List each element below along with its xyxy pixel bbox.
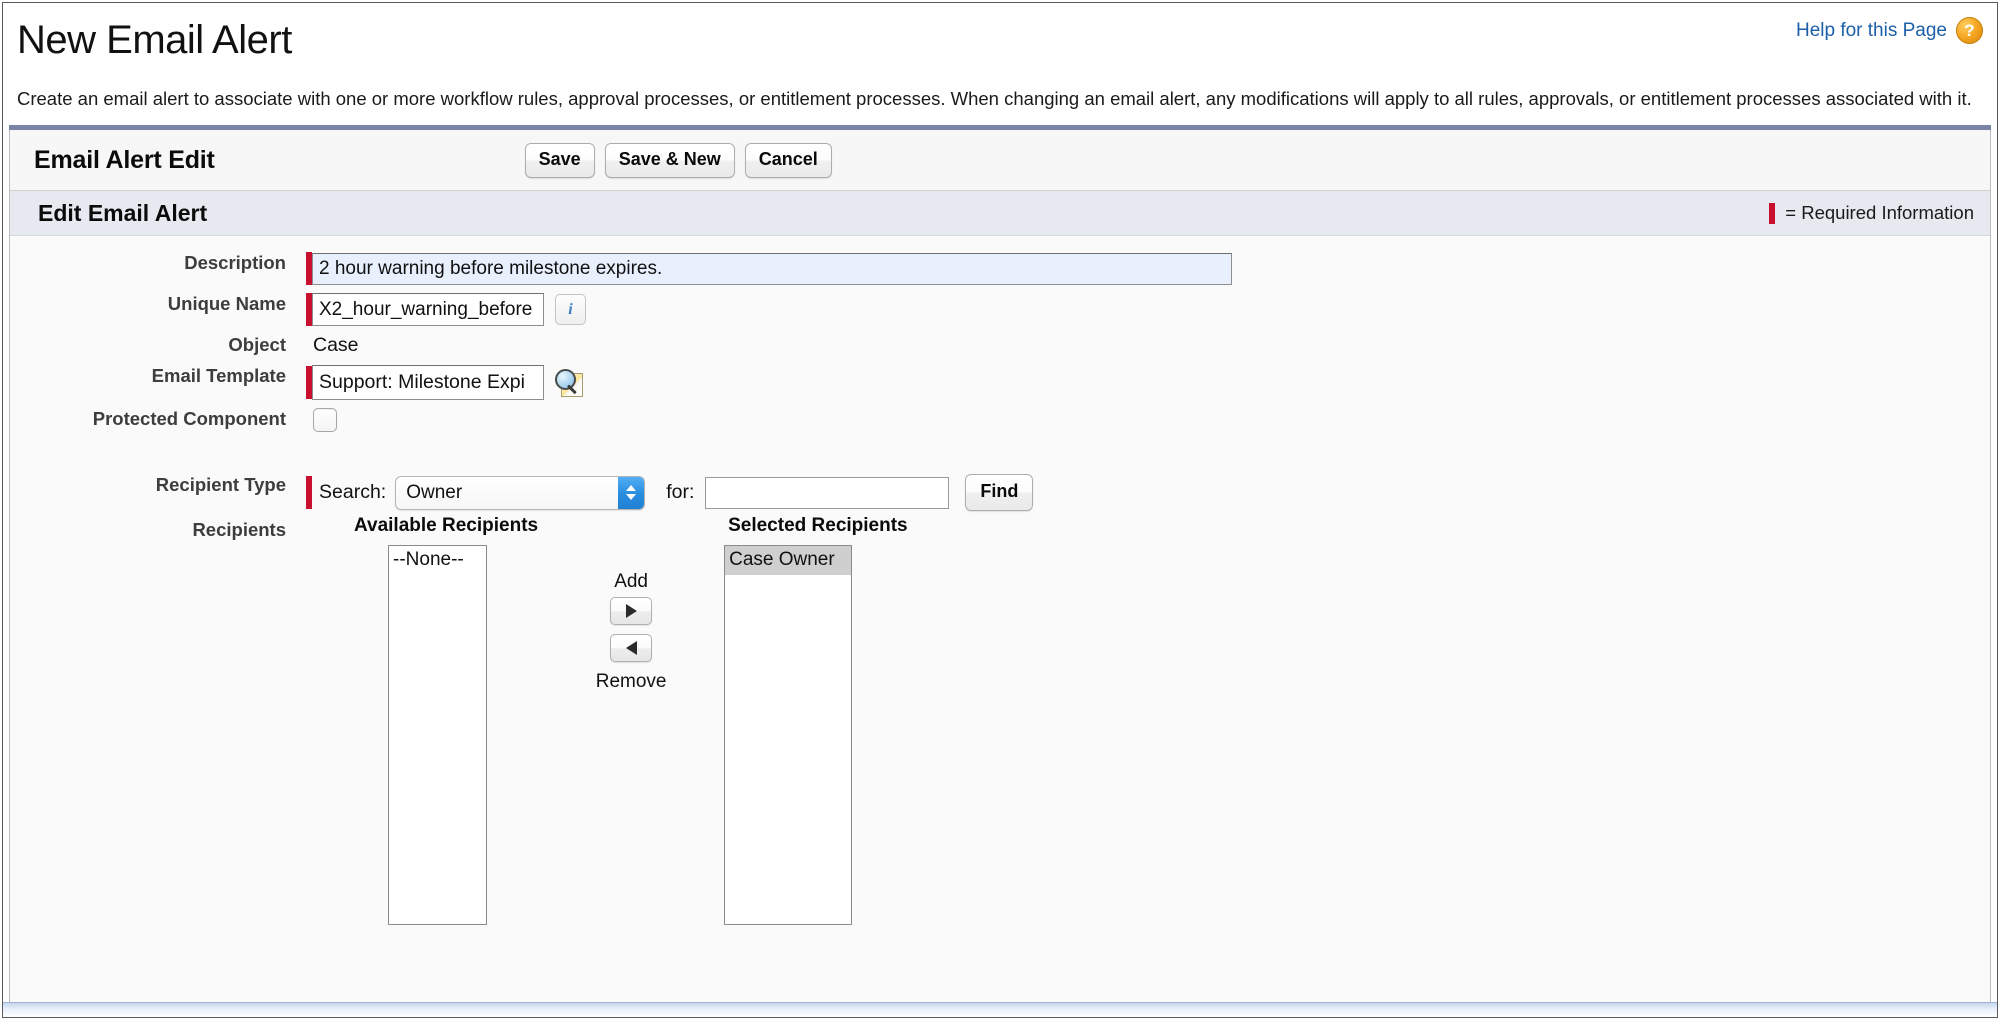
label-object: Object [228, 334, 286, 356]
form-body: Description Unique Name i [10, 236, 1990, 1013]
field-row-object: Object Case [10, 334, 1990, 357]
recipient-type-selected-value: Owner [406, 481, 463, 503]
label-description: Description [184, 252, 286, 274]
form-spacer [10, 440, 1990, 474]
chevron-down-icon [626, 494, 637, 501]
field-protected-component [306, 408, 1990, 433]
field-description [306, 252, 1990, 286]
object-value: Case [313, 334, 359, 357]
field-object: Case [306, 334, 1990, 357]
panel-inner: Email Alert Edit Save Save & New Cancel … [9, 130, 1991, 1014]
recipients-dual-listbox: Available Recipients --None-- Add Remove… [350, 515, 1990, 925]
selected-recipients-header: Selected Recipients [728, 515, 908, 536]
find-button[interactable]: Find [965, 474, 1034, 511]
chevron-up-icon [626, 485, 637, 492]
available-recipients-listbox[interactable]: --None-- [388, 545, 487, 925]
list-item[interactable]: Case Owner [725, 546, 852, 575]
lookup-icon[interactable] [554, 368, 584, 398]
available-recipients-column: Available Recipients --None-- [350, 515, 538, 925]
field-row-email-template: Email Template [10, 365, 1990, 401]
remove-button[interactable] [610, 634, 653, 662]
protected-component-checkbox[interactable] [313, 408, 337, 433]
add-button[interactable] [610, 597, 653, 625]
page-title: New Email Alert [17, 18, 292, 62]
page-intro: Help for this Page ? New Email Alert Cre… [3, 3, 1997, 112]
label-protected-component: Protected Component [92, 408, 286, 430]
available-recipients-header: Available Recipients [354, 515, 539, 536]
save-and-new-button[interactable]: Save & New [604, 143, 735, 178]
edit-toolbar: Email Alert Edit Save Save & New Cancel [10, 130, 1990, 192]
required-legend-text: = Required Information [1785, 202, 1974, 224]
label-unique-name: Unique Name [167, 293, 286, 315]
help-link[interactable]: Help for this Page [1796, 20, 1947, 42]
selected-recipients-column: Selected Recipients Case Owner [724, 515, 908, 925]
remove-label: Remove [595, 671, 667, 692]
label-recipient-type: Recipient Type [155, 474, 286, 496]
email-alert-panel: Email Alert Edit Save Save & New Cancel … [9, 125, 1991, 1014]
add-label: Add [614, 571, 648, 592]
required-marker-icon [1769, 202, 1776, 224]
list-item[interactable]: --None-- [389, 546, 486, 575]
page-frame: Help for this Page ? New Email Alert Cre… [2, 2, 1998, 1018]
section-title: Edit Email Alert [38, 199, 208, 226]
arrow-left-icon [625, 641, 637, 655]
field-recipient-type: Search: Owner for: Find [306, 474, 1990, 511]
toolbar-buttons: Save Save & New Cancel [524, 143, 832, 178]
toolbar-title: Email Alert Edit [34, 145, 215, 174]
select-stepper-icon[interactable] [618, 476, 645, 509]
recipient-type-select[interactable]: Owner [395, 475, 646, 510]
email-template-input[interactable] [312, 365, 544, 401]
help-for-this-page[interactable]: Help for this Page ? [1796, 17, 1983, 44]
required-information-legend: = Required Information [1769, 202, 1974, 224]
field-email-template [306, 365, 1990, 401]
for-label: for: [666, 481, 695, 504]
label-recipients: Recipients [192, 519, 286, 540]
section-header: Edit Email Alert = Required Information [10, 191, 1990, 237]
field-row-unique-name: Unique Name i [10, 293, 1990, 327]
help-question-icon[interactable]: ? [1956, 17, 1983, 44]
recipient-search-input[interactable] [705, 476, 950, 509]
selected-recipients-listbox[interactable]: Case Owner [724, 545, 853, 925]
label-email-template: Email Template [151, 365, 286, 387]
save-button[interactable]: Save [524, 143, 595, 178]
description-input[interactable] [312, 252, 1232, 285]
unique-name-input[interactable] [312, 293, 544, 327]
page-description: Create an email alert to associate with … [17, 88, 1972, 109]
add-remove-controls: Add Remove [538, 515, 724, 925]
search-label: Search: [319, 481, 387, 504]
field-unique-name: i [306, 293, 1990, 327]
field-row-protected-component: Protected Component [10, 408, 1990, 433]
info-icon[interactable]: i [555, 294, 586, 326]
field-row-recipient-type: Recipient Type Search: Owner for: Find [10, 474, 1990, 511]
arrow-right-icon [625, 604, 637, 618]
field-row-description: Description [10, 252, 1990, 286]
cancel-button[interactable]: Cancel [744, 143, 832, 178]
bottom-strip [3, 1002, 1997, 1017]
